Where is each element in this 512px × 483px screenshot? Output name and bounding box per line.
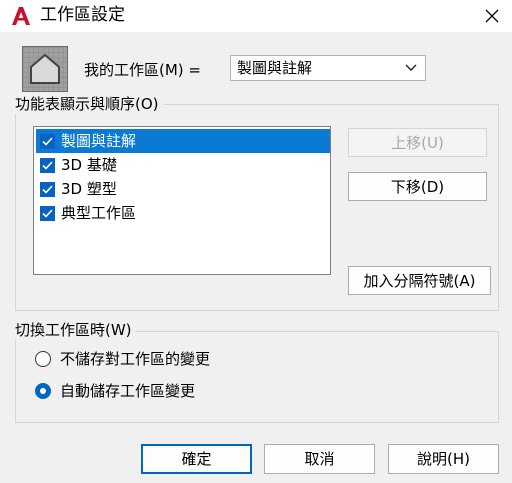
checkbox-checked-icon[interactable]	[40, 133, 55, 149]
radio-auto-save[interactable]	[35, 383, 51, 399]
radio-on-icon[interactable]	[35, 383, 51, 399]
house-icon	[22, 46, 68, 92]
list-item-label: 3D 塑型	[61, 180, 117, 198]
close-button[interactable]	[472, 0, 512, 32]
list-item-label: 製圖與註解	[61, 132, 137, 150]
workspace-select[interactable]: 製圖與註解	[230, 55, 426, 81]
radio-dont-save-label[interactable]: 不儲存對工作區的變更	[60, 349, 210, 369]
help-button[interactable]: 說明(H)	[388, 444, 499, 474]
ribbon-order-legend: 功能表顯示與順序(O)	[15, 94, 163, 114]
switch-workspace-legend: 切換工作區時(W)	[15, 320, 136, 340]
window-title: 工作區設定	[40, 5, 125, 25]
autocad-a-icon	[12, 7, 30, 25]
ribbon-list[interactable]: 製圖與註解 3D 基礎 3D 塑型 典型工作區	[33, 126, 331, 275]
list-item-label: 3D 基礎	[61, 156, 117, 174]
chevron-down-icon	[405, 64, 417, 71]
move-up-button[interactable]: 上移(U)	[348, 128, 487, 157]
checkbox-checked-icon[interactable]	[40, 157, 55, 173]
workspace-select-value: 製圖與註解	[237, 59, 313, 77]
list-item[interactable]: 3D 基礎	[36, 153, 330, 177]
radio-dont-save[interactable]	[35, 351, 51, 367]
list-item[interactable]: 3D 塑型	[36, 177, 330, 201]
title-bar: 工作區設定	[0, 0, 512, 32]
move-down-button[interactable]: 下移(D)	[348, 172, 487, 201]
workspace-label: 我的工作區(M) =	[84, 61, 201, 79]
close-icon	[485, 9, 499, 23]
add-separator-button[interactable]: 加入分隔符號(A)	[348, 266, 491, 295]
list-item-label: 典型工作區	[61, 204, 137, 222]
radio-auto-save-label[interactable]: 自動儲存工作區變更	[60, 381, 195, 401]
list-item[interactable]: 製圖與註解	[36, 129, 330, 153]
checkbox-checked-icon[interactable]	[40, 181, 55, 197]
radio-off-icon[interactable]	[35, 351, 51, 367]
checkbox-checked-icon[interactable]	[40, 205, 55, 221]
cancel-button[interactable]: 取消	[264, 444, 375, 474]
list-item[interactable]: 典型工作區	[36, 201, 330, 225]
ok-button[interactable]: 確定	[141, 444, 252, 474]
switch-workspace-group	[15, 331, 499, 423]
